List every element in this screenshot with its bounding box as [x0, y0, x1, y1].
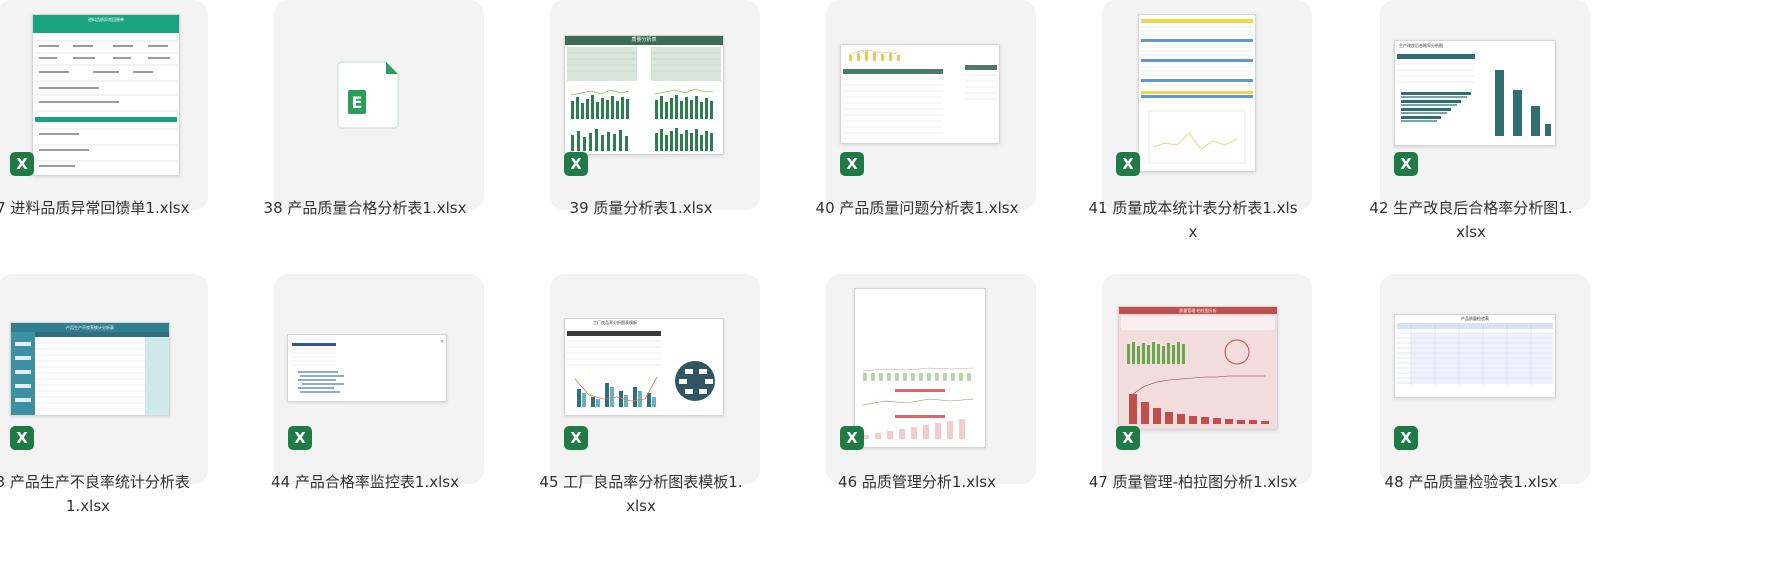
file-thumbnail: 工厂良品率分析图表模板	[564, 318, 724, 416]
file-name-45[interactable]: 45 工厂良品率分析图表模板1.xlsx	[536, 470, 746, 518]
sheet-header: 产品生产不良率统计分析表	[11, 323, 169, 332]
file-thumbnail: ×	[287, 334, 447, 402]
sheet-preview: ×	[292, 339, 444, 393]
sheet-preview	[11, 332, 169, 415]
file-name-37[interactable]: 37 进料品质异常回馈单1.xlsx	[0, 196, 193, 220]
generic-spreadsheet-icon: E	[337, 61, 399, 129]
excel-icon: X	[1394, 152, 1418, 176]
excel-icon: X	[10, 426, 34, 450]
file-tile-40[interactable]: X	[826, 0, 1036, 210]
sheet-preview	[567, 47, 721, 151]
file-thumbnail	[1138, 14, 1256, 172]
file-tile-46[interactable]: X	[826, 274, 1036, 484]
sheet-header: 进料品质异常回馈单	[33, 15, 179, 33]
file-name-44[interactable]: 44 产品合格率监控表1.xlsx	[260, 470, 470, 494]
file-name-40[interactable]: 40 产品质量问题分析表1.xlsx	[812, 196, 1022, 220]
file-tile-48[interactable]: 产品质量检验表 X	[1380, 274, 1590, 484]
sheet-preview	[1397, 54, 1551, 136]
file-tile-41[interactable]: X	[1102, 0, 1312, 210]
file-name-38[interactable]: 38 产品质量合格分析表1.xlsx	[260, 196, 470, 220]
file-tile-42[interactable]: 生产改良后合格率分析图 X	[1380, 0, 1590, 210]
excel-icon: X	[10, 152, 34, 176]
sheet-preview	[1397, 323, 1553, 387]
file-thumbnail: 生产改良后合格率分析图	[1394, 40, 1556, 146]
sheet-preview	[1141, 19, 1253, 164]
file-thumbnail: 进料品质异常回馈单	[32, 14, 180, 176]
file-thumbnail	[840, 44, 1000, 144]
file-tile-44[interactable]: × X	[274, 274, 484, 484]
excel-icon: X	[1394, 426, 1418, 450]
sheet-header: 质量分析表	[565, 36, 723, 45]
sheet-preview	[843, 49, 997, 134]
file-name-46[interactable]: 46 品质管理分析1.xlsx	[812, 470, 1022, 494]
excel-icon: X	[564, 152, 588, 176]
excel-icon: X	[840, 152, 864, 176]
file-thumbnail: 产品生产不良率统计分析表	[10, 322, 170, 416]
sheet-preview	[862, 367, 974, 439]
file-tile-45[interactable]: 工厂良品率分析图表模板 X	[550, 274, 760, 484]
file-tile-39[interactable]: 质量分析表 X	[550, 0, 760, 210]
excel-icon: X	[288, 426, 312, 450]
file-name-47[interactable]: 47 质量管理-柏拉图分析1.xlsx	[1088, 470, 1298, 494]
file-name-41[interactable]: 41 质量成本统计表分析表1.xlsx	[1088, 196, 1298, 244]
file-thumbnail: 质量分析表	[564, 35, 724, 155]
sheet-header: 产品质量检验表	[1461, 316, 1489, 321]
svg-text:E: E	[352, 93, 363, 112]
excel-icon: X	[1116, 152, 1140, 176]
sheet-preview	[567, 331, 715, 407]
file-tile-38[interactable]: E	[274, 0, 484, 210]
file-tile-47[interactable]: 质量管理-柏拉图分析 X	[1102, 274, 1312, 484]
sheet-header: 工厂良品率分析图表模板	[593, 320, 637, 325]
sheet-header: 生产改良后合格率分析图	[1399, 43, 1443, 48]
sheet-preview	[35, 40, 177, 167]
file-name-39[interactable]: 39 质量分析表1.xlsx	[536, 196, 746, 220]
file-thumbnail: 质量管理-柏拉图分析	[1118, 306, 1278, 430]
excel-icon: X	[564, 426, 588, 450]
file-thumbnail: 产品质量检验表	[1394, 314, 1556, 398]
file-tile-37[interactable]: 进料品质异常回馈单 X	[0, 0, 208, 210]
file-thumbnail	[854, 288, 986, 448]
svg-text:×: ×	[440, 339, 444, 345]
sheet-preview	[1119, 314, 1277, 429]
file-name-48[interactable]: 48 产品质量检验表1.xlsx	[1366, 470, 1576, 494]
file-tile-43[interactable]: 产品生产不良率统计分析表 X	[0, 274, 208, 484]
file-name-43[interactable]: 43 产品生产不良率统计分析表1.xlsx	[0, 470, 193, 518]
sheet-header: 质量管理-柏拉图分析	[1119, 307, 1277, 314]
excel-icon: X	[840, 426, 864, 450]
file-name-42[interactable]: 42 生产改良后合格率分析图1.xlsx	[1366, 196, 1576, 244]
excel-icon: X	[1116, 426, 1140, 450]
